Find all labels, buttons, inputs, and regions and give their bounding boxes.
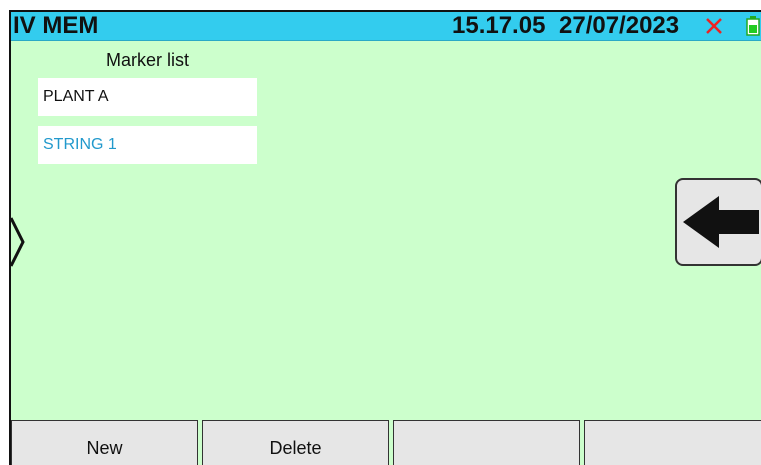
instrument-screen: IV MEM 15.17.05 27/07/2023 Marker list P… [9, 10, 761, 465]
softkey-3-button[interactable] [393, 420, 580, 465]
softkey-4-button[interactable] [584, 420, 761, 465]
arrow-left-icon [683, 196, 759, 248]
battery-icon [746, 16, 760, 36]
marker-item-string-1[interactable]: STRING 1 [38, 126, 257, 164]
chevron-right-icon[interactable] [9, 212, 31, 272]
new-button[interactable]: New [11, 420, 198, 465]
delete-button[interactable]: Delete [202, 420, 389, 465]
back-button[interactable] [675, 178, 761, 266]
softkey-bar: New Delete [11, 420, 761, 465]
marker-list-title: Marker list [106, 50, 190, 70]
close-x-icon[interactable] [705, 17, 723, 35]
app-title: IV MEM [13, 12, 99, 39]
clock-date: 27/07/2023 [559, 12, 680, 39]
status-bar: IV MEM 15.17.05 27/07/2023 [11, 12, 761, 41]
marker-item-plant-a[interactable]: PLANT A [38, 78, 257, 116]
clock-time: 15.17.05 [452, 12, 546, 39]
